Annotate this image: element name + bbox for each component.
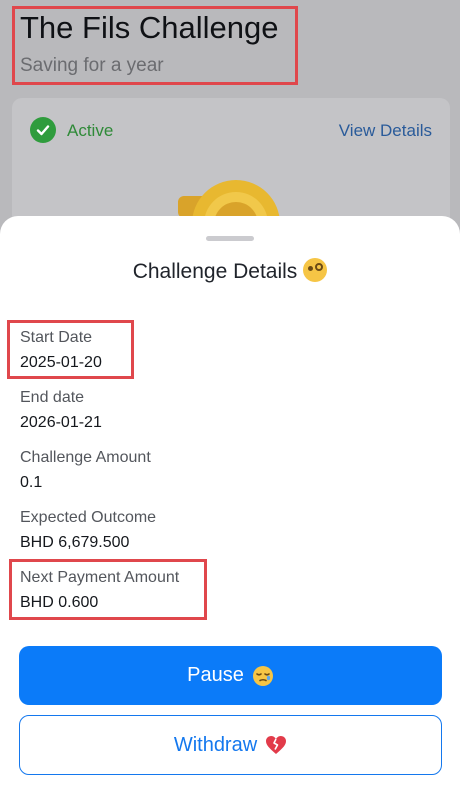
sheet-title: Challenge Details (0, 258, 460, 284)
check-icon (30, 117, 56, 143)
sheet-title-text: Challenge Details (132, 260, 298, 283)
pause-button[interactable]: Pause (19, 646, 442, 705)
title-highlight-box (12, 6, 298, 85)
view-details-link[interactable]: View Details (339, 121, 432, 141)
challenge-details-sheet (0, 216, 460, 796)
next-payment-highlight-box (9, 559, 207, 620)
start-date-highlight-box (7, 320, 134, 379)
withdraw-button-label: Withdraw (173, 733, 258, 756)
expected-outcome-label: Expected Outcome (20, 509, 157, 526)
end-date-label: End date (20, 389, 85, 406)
pause-button-label: Pause (187, 664, 244, 686)
challenge-amount-label: Challenge Amount (20, 449, 151, 466)
expected-outcome-value: BHD 6,679.500 (20, 534, 130, 551)
broken-heart-icon (265, 735, 287, 755)
challenge-amount-value: 0.1 (20, 474, 43, 491)
sheet-grabber[interactable] (206, 236, 254, 241)
sleepy-emoji-icon (252, 665, 274, 687)
withdraw-button[interactable]: Withdraw (19, 715, 442, 775)
status-label: Active (67, 121, 114, 140)
end-date-value: 2026-01-21 (20, 414, 102, 431)
monocle-emoji-icon (303, 258, 328, 282)
